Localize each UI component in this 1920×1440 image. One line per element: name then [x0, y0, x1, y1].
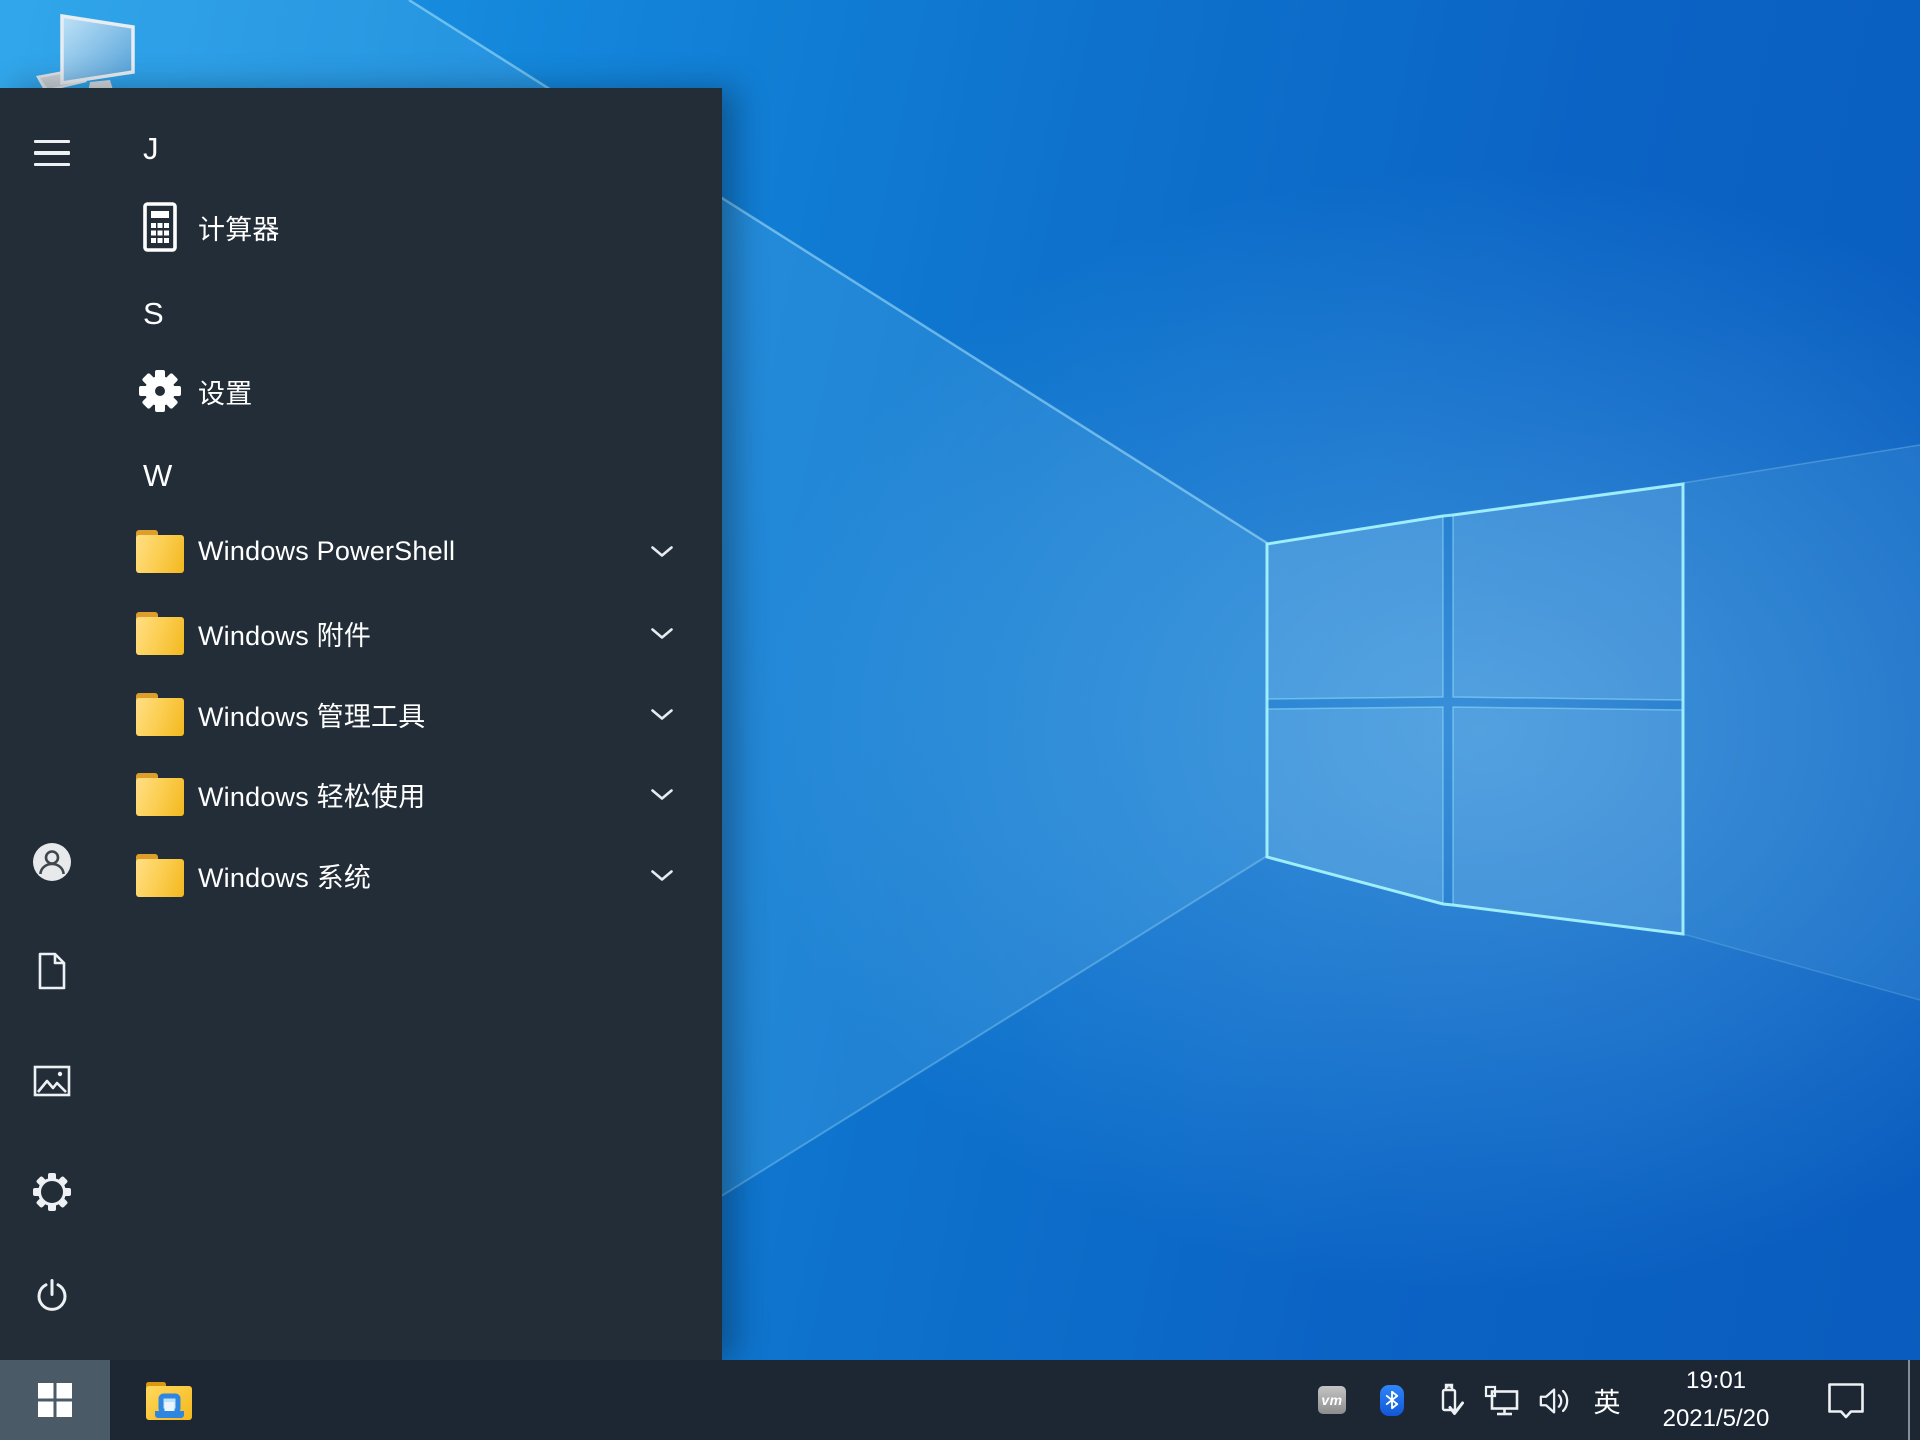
app-item-label: 设置 — [198, 378, 253, 409]
app-group-windows-ease-of-access[interactable]: Windows 轻松使用 — [96, 755, 674, 833]
network-icon — [1484, 1385, 1519, 1416]
power-button[interactable] — [28, 1272, 76, 1320]
section-letter-label: J — [143, 131, 159, 166]
calculator-icon — [136, 202, 184, 252]
folder-icon — [136, 851, 184, 899]
pictures-icon — [33, 1065, 71, 1097]
folder-icon — [136, 609, 184, 657]
app-group-label: Windows PowerShell — [198, 535, 456, 566]
expand-menu-button[interactable] — [28, 129, 76, 177]
user-icon — [33, 843, 71, 881]
language-indicator[interactable]: 英 — [1591, 1360, 1623, 1440]
app-item-settings[interactable]: 设置 — [96, 352, 674, 430]
clock-time: 19:01 — [1685, 1367, 1747, 1394]
start-button[interactable] — [0, 1360, 110, 1440]
section-letter-label: S — [143, 296, 164, 331]
power-icon — [37, 1279, 67, 1311]
usb-safely-remove-tray-button[interactable] — [1434, 1381, 1464, 1419]
app-group-windows-accessories[interactable]: Windows 附件 — [96, 594, 674, 672]
chevron-down-icon[interactable] — [650, 512, 674, 590]
network-tray-button[interactable] — [1484, 1385, 1520, 1417]
settings-button[interactable] — [28, 1168, 76, 1216]
bluetooth-tray-button[interactable] — [1380, 1384, 1404, 1416]
windows-desktop: J 计算器 S 设置 W Windows PowerShell Windows … — [0, 0, 1920, 1440]
show-desktop-button[interactable] — [1908, 1360, 1920, 1440]
app-group-windows-system[interactable]: Windows 系统 — [96, 836, 674, 914]
chevron-down-icon[interactable] — [650, 755, 674, 833]
bluetooth-icon — [1380, 1384, 1404, 1416]
clock-date: 2021/5/20 — [1662, 1405, 1770, 1432]
app-group-windows-admin-tools[interactable]: Windows 管理工具 — [96, 675, 674, 753]
taskbar-clock[interactable]: 19:01 2021/5/20 — [1641, 1360, 1791, 1440]
folder-icon — [136, 527, 184, 575]
pictures-button[interactable] — [28, 1057, 76, 1105]
app-group-label: Windows 系统 — [198, 862, 372, 893]
section-letter-W[interactable]: W — [96, 437, 674, 515]
chevron-down-icon[interactable] — [650, 675, 674, 753]
windows-logo-wallpaper — [1265, 482, 1685, 936]
section-letter-S[interactable]: S — [96, 275, 674, 353]
volume-tray-button[interactable] — [1538, 1385, 1574, 1417]
vmware-icon: vm — [1318, 1386, 1346, 1414]
section-letter-label: W — [143, 458, 173, 493]
start-app-list: J 计算器 S 设置 W Windows PowerShell Windows … — [96, 88, 674, 1360]
file-explorer-icon — [146, 1382, 192, 1420]
chevron-down-icon[interactable] — [650, 594, 674, 672]
user-account-button[interactable] — [28, 838, 76, 886]
hamburger-icon — [34, 139, 70, 167]
gear-icon — [33, 1173, 71, 1211]
windows-logo-icon — [38, 1383, 72, 1417]
file-explorer-taskbar-button[interactable] — [110, 1360, 228, 1440]
vmware-tools-tray-button[interactable]: vm — [1318, 1386, 1346, 1414]
app-group-label: Windows 管理工具 — [198, 701, 426, 732]
usb-icon — [1441, 1383, 1464, 1415]
app-item-calculator[interactable]: 计算器 — [96, 188, 674, 266]
taskbar: vm 英 19:01 2021/5/20 — [0, 1360, 1920, 1440]
app-item-label: 计算器 — [198, 214, 280, 245]
gear-icon — [136, 367, 184, 415]
chevron-down-icon[interactable] — [650, 836, 674, 914]
action-center-icon — [1828, 1383, 1864, 1419]
app-group-windows-powershell[interactable]: Windows PowerShell — [96, 512, 674, 590]
start-menu: J 计算器 S 设置 W Windows PowerShell Windows … — [0, 88, 722, 1360]
language-indicator-label: 英 — [1593, 1387, 1621, 1418]
volume-icon — [1539, 1388, 1569, 1414]
section-letter-J[interactable]: J — [96, 110, 674, 188]
app-group-label: Windows 轻松使用 — [198, 781, 426, 812]
app-group-label: Windows 附件 — [198, 620, 372, 651]
folder-icon — [136, 690, 184, 738]
document-icon — [38, 952, 66, 990]
action-center-button[interactable] — [1826, 1381, 1866, 1419]
documents-button[interactable] — [28, 947, 76, 995]
folder-icon — [136, 770, 184, 818]
